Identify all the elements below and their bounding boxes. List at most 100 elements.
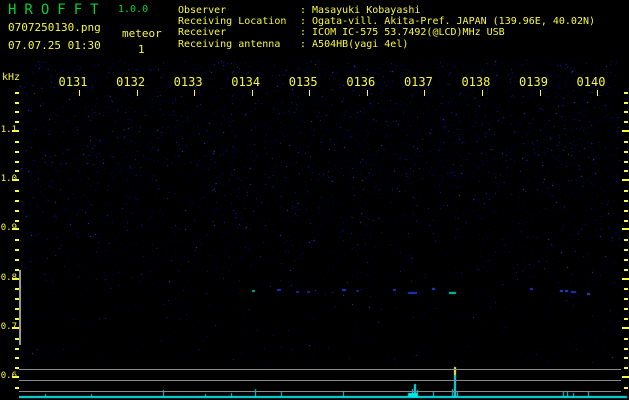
- freq-tick-minor: [624, 249, 628, 252]
- freq-tick-minor: [624, 258, 628, 261]
- freq-tick-minor: [624, 209, 628, 212]
- meter-gridline: [19, 380, 621, 381]
- info-label: Observer: [178, 5, 227, 16]
- freq-tick-minor: [624, 170, 628, 173]
- freq-tick-minor: [15, 288, 19, 291]
- freq-tick-major: [622, 277, 629, 280]
- freq-tick-minor: [624, 367, 628, 370]
- time-tick-label: 0137: [403, 75, 433, 89]
- freq-tick-label: 1.0: [0, 174, 17, 185]
- observation-mode: meteor: [122, 27, 162, 40]
- time-tick: [251, 90, 253, 96]
- freq-tick-minor: [15, 199, 19, 202]
- freq-tick-minor: [15, 268, 19, 271]
- time-tick-label: 0135: [288, 75, 318, 89]
- freq-tick-minor: [624, 337, 628, 340]
- freq-tick-minor: [624, 190, 628, 192]
- time-tick-label: 0139: [519, 75, 548, 89]
- freq-tick-minor: [15, 337, 19, 340]
- time-tick-label: 0131: [58, 75, 88, 89]
- freq-tick-minor: [624, 268, 628, 271]
- observation-datetime: 07.07.25 01:30: [8, 39, 101, 52]
- freq-tick-minor: [624, 219, 628, 222]
- freq-tick-label: 0.8: [0, 272, 17, 283]
- freq-tick-minor: [15, 357, 19, 360]
- info-row-observer: Observer : Masayuki Kobayashi: [178, 5, 595, 16]
- freq-tick-minor: [624, 91, 628, 94]
- freq-tick-minor: [624, 318, 628, 320]
- info-label: Receiving antenna: [178, 38, 281, 50]
- time-tick: [481, 90, 483, 96]
- freq-tick-minor: [15, 160, 19, 163]
- info-row-location: Receiving Location : Ogata-vill. Akita-Pr…: [178, 16, 595, 27]
- freq-tick-minor: [624, 111, 628, 114]
- freq-tick-minor: [15, 347, 19, 350]
- info-value: : A504HB(yagi 4el): [300, 38, 409, 50]
- freq-tick-minor: [624, 239, 628, 242]
- freq-tick-minor: [624, 101, 628, 104]
- info-label: Receiver: [178, 27, 227, 39]
- time-tick-label: 0134: [231, 75, 261, 89]
- time-tick-label: 0140: [576, 75, 606, 89]
- freq-tick-minor: [15, 219, 19, 222]
- app-title: HROFFT: [8, 2, 107, 18]
- freq-tick-minor: [15, 258, 19, 261]
- freq-tick-minor: [624, 160, 628, 163]
- app-version: 1.0.0: [118, 4, 149, 15]
- freq-tick-minor: [15, 308, 19, 311]
- meter-gridline: [19, 369, 621, 370]
- freq-tick-major: [622, 376, 629, 378]
- info-value: : Masayuki Kobayashi: [300, 5, 421, 16]
- freq-tick-major: [622, 326, 629, 329]
- meter-gridline: [19, 391, 621, 392]
- freq-tick-label: 0.6: [0, 371, 17, 381]
- freq-tick-minor: [624, 140, 628, 143]
- time-tick: [136, 90, 138, 96]
- time-tick-label: 0133: [173, 75, 203, 89]
- time-tick: [309, 90, 311, 96]
- time-tick-label: 0136: [346, 75, 376, 89]
- time-tick: [366, 90, 368, 96]
- freq-tick-minor: [624, 357, 628, 360]
- freq-unit-label: kHz: [2, 72, 21, 83]
- time-tick: [79, 90, 80, 96]
- freq-tick-minor: [624, 386, 628, 389]
- time-tick: [194, 90, 196, 96]
- freq-tick-minor: [15, 150, 19, 153]
- time-tick-label: 0132: [116, 75, 146, 89]
- info-label: Receiving Location: [178, 16, 287, 28]
- freq-tick-label: 0.9: [0, 223, 17, 234]
- meteor-count: 1: [138, 43, 145, 56]
- time-tick-label: 0138: [461, 75, 491, 89]
- info-value: : Ogata-vill. Akita-Pref. JAPAN (139.96E…: [300, 16, 596, 28]
- hrofft-screen: HROFFT 1.0.0 0707250130.png meteor 07.07…: [0, 0, 629, 400]
- output-filename: 0707250130.png: [8, 21, 101, 34]
- freq-tick-minor: [624, 121, 628, 124]
- freq-tick-major: [622, 130, 629, 132]
- freq-tick-minor: [624, 199, 628, 202]
- freq-tick-minor: [15, 190, 19, 192]
- freq-tick-minor: [15, 298, 19, 301]
- freq-tick-minor: [15, 386, 19, 389]
- freq-tick-minor: [624, 288, 628, 291]
- freq-tick-minor: [624, 298, 628, 301]
- freq-tick-minor: [15, 318, 19, 320]
- time-tick: [597, 90, 598, 96]
- freq-tick-minor: [15, 239, 19, 242]
- freq-tick-minor: [15, 170, 19, 173]
- freq-tick-minor: [15, 111, 19, 114]
- db-scale-bar: [19, 270, 21, 345]
- freq-tick-label: 1.1: [0, 125, 17, 135]
- station-info-block: Observer : Masayuki Kobayashi Receiving L…: [178, 5, 595, 50]
- time-tick: [539, 90, 541, 96]
- freq-tick-minor: [624, 347, 628, 350]
- freq-tick-minor: [15, 209, 19, 212]
- time-tick: [424, 90, 426, 96]
- freq-tick-major: [622, 179, 629, 182]
- freq-tick-minor: [624, 308, 628, 311]
- freq-tick-minor: [15, 140, 19, 143]
- info-value: : ICOM IC-575 53.7492(@LCD)MHz USB: [300, 27, 505, 39]
- freq-tick-minor: [15, 121, 19, 124]
- info-row-receiver: Receiver : ICOM IC-575 53.7492(@LCD)MHz U…: [178, 27, 595, 38]
- info-row-antenna: Receiving antenna : A504HB(yagi 4el): [178, 39, 595, 50]
